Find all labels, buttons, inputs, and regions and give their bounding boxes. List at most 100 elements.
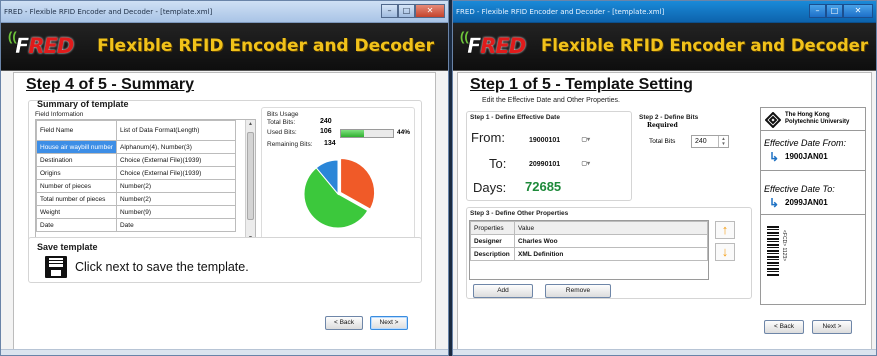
save-group: Save template Click next to save the tem… bbox=[28, 237, 422, 283]
total-bits-spinner[interactable]: 240 ▲ ▼ bbox=[691, 135, 729, 148]
wizard-content: Step 1 of 5 - Template Setting Edit the … bbox=[457, 72, 872, 355]
minimize-icon[interactable]: – bbox=[381, 4, 398, 18]
table-cell[interactable]: Number of pieces bbox=[36, 179, 117, 193]
close-icon[interactable]: ✕ bbox=[843, 4, 873, 18]
effective-to-label: Effective Date To: bbox=[764, 184, 835, 194]
status-bar bbox=[453, 349, 876, 355]
bits-progress-fill bbox=[341, 130, 364, 137]
column-header[interactable]: Properties bbox=[470, 221, 515, 235]
used-bits-value: 106 bbox=[320, 128, 332, 135]
step1-label: Step 1 - Define Effective Date bbox=[470, 114, 560, 121]
other-properties-group: Step 3 - Define Other Properties Propert… bbox=[466, 207, 752, 299]
scroll-thumb[interactable] bbox=[247, 132, 254, 220]
effective-from-value: 1900JAN01 bbox=[785, 152, 828, 161]
step-subtitle: Edit the Effective Date and Other Proper… bbox=[482, 97, 621, 104]
barcode-text: <FCD> 1123> bbox=[781, 230, 787, 262]
total-bits-label: Total Bits: bbox=[267, 119, 296, 126]
table-row[interactable]: Number of pieces Number(2) bbox=[36, 179, 237, 193]
step2-label: Step 2 - Define Bits bbox=[639, 114, 699, 121]
from-label: From: bbox=[471, 130, 505, 145]
table-row[interactable]: Total number of pieces Number(2) bbox=[36, 192, 237, 206]
back-button[interactable]: < Back bbox=[764, 320, 804, 334]
org-line2: Polytechnic University bbox=[785, 119, 850, 125]
table-row[interactable]: Weight Number(9) bbox=[36, 205, 237, 219]
table-row[interactable]: Description XML Definition bbox=[470, 247, 708, 261]
table-cell[interactable]: Destination bbox=[36, 153, 117, 167]
table-cell[interactable]: Weight bbox=[36, 205, 117, 219]
table-row[interactable]: House air waybill number Alphanum(4), Num… bbox=[36, 140, 237, 154]
calendar-dropdown-icon[interactable]: ▢▾ bbox=[581, 159, 590, 170]
fred-logo: FRED bbox=[467, 34, 527, 59]
maximize-icon[interactable]: □ bbox=[398, 4, 415, 18]
required-label: Required bbox=[647, 122, 678, 129]
title-bar: FRED - Flexible RFID Encoder and Decoder… bbox=[453, 1, 876, 23]
table-cell[interactable]: Charles Woo bbox=[514, 234, 708, 248]
to-label: To: bbox=[489, 156, 507, 171]
column-header[interactable]: List of Data Format(Length) bbox=[115, 120, 237, 141]
table-row[interactable]: Origins Choice (External File)(1939) bbox=[36, 166, 237, 180]
to-date-picker[interactable]: 20990101 ▢▾ bbox=[525, 158, 595, 171]
app-banner: (( FRED Flexible RFID Encoder and Decode… bbox=[1, 23, 448, 71]
table-cell[interactable]: Origins bbox=[36, 166, 117, 180]
table-row[interactable]: Date Date bbox=[36, 218, 237, 232]
table-cell[interactable]: Number(2) bbox=[115, 179, 237, 193]
window-title: FRED - Flexible RFID Encoder and Decoder… bbox=[4, 8, 213, 16]
label-preview: The Hong Kong Polytechnic University Eff… bbox=[760, 107, 866, 305]
table-scrollbar[interactable]: ▲ ▼ bbox=[245, 120, 255, 242]
table-cell[interactable]: Designer bbox=[470, 234, 515, 248]
next-button[interactable]: Next > bbox=[812, 320, 852, 334]
column-header[interactable]: Value bbox=[514, 221, 708, 235]
remaining-bits-label: Remaining Bits: bbox=[267, 141, 313, 148]
field-table: Field Name List of Data Format(Length) H… bbox=[36, 120, 237, 232]
bits-usage-group: Bits Usage Total Bits: 240 Used Bits: 10… bbox=[261, 107, 415, 243]
table-cell[interactable]: Date bbox=[115, 218, 237, 232]
arrow-up-icon[interactable]: ↑ bbox=[715, 221, 735, 239]
add-button[interactable]: Add bbox=[473, 284, 533, 298]
table-row[interactable]: Destination Choice (External File)(1939) bbox=[36, 153, 237, 167]
table-cell[interactable]: Total number of pieces bbox=[36, 192, 117, 206]
remove-button[interactable]: Remove bbox=[545, 284, 611, 298]
table-cell[interactable]: Alphanum(4), Number(3) bbox=[115, 140, 237, 154]
template-setting-window: FRED - Flexible RFID Encoder and Decoder… bbox=[452, 0, 877, 356]
back-button[interactable]: < Back bbox=[325, 316, 363, 330]
minimize-icon[interactable]: – bbox=[809, 4, 826, 18]
arrow-down-icon[interactable]: ↓ bbox=[715, 243, 735, 261]
table-row[interactable]: Designer Charles Woo bbox=[470, 234, 708, 248]
to-date-value: 20990101 bbox=[529, 161, 561, 168]
column-header[interactable]: Field Name bbox=[36, 120, 117, 141]
table-cell[interactable]: Choice (External File)(1939) bbox=[115, 166, 237, 180]
table-cell[interactable]: Choice (External File)(1939) bbox=[115, 153, 237, 167]
banner-title: Flexible RFID Encoder and Decoder bbox=[97, 36, 434, 56]
floppy-disk-icon bbox=[45, 256, 67, 278]
table-cell[interactable]: Number(9) bbox=[115, 205, 237, 219]
step3-label: Step 3 - Define Other Properties bbox=[470, 210, 569, 217]
status-bar bbox=[1, 349, 448, 355]
bits-progress-bar bbox=[340, 129, 394, 138]
blue-arrow-icon: ↳ bbox=[769, 150, 780, 164]
table-cell[interactable]: Description bbox=[470, 247, 515, 261]
calendar-dropdown-icon[interactable]: ▢▾ bbox=[581, 135, 590, 146]
blue-arrow-icon: ↳ bbox=[769, 196, 780, 210]
define-bits-group: Step 2 - Define Bits Required Total Bits… bbox=[634, 111, 752, 201]
close-icon[interactable]: ✕ bbox=[415, 4, 445, 18]
scroll-up-icon[interactable]: ▲ bbox=[248, 121, 253, 127]
spinner-icon[interactable]: ▲ ▼ bbox=[718, 136, 728, 147]
properties-table: Properties Value Designer Charles Woo Des… bbox=[470, 221, 708, 261]
next-button[interactable]: Next > bbox=[370, 316, 408, 330]
field-info-label: Field Information bbox=[35, 111, 84, 118]
summary-group: Summary of template Field Information Fi… bbox=[28, 99, 422, 252]
total-bits-value: 240 bbox=[695, 138, 707, 145]
table-cell[interactable]: House air waybill number bbox=[36, 140, 117, 154]
remaining-bits-value: 134 bbox=[324, 140, 336, 147]
step-title: Step 4 of 5 - Summary bbox=[26, 76, 195, 93]
table-cell[interactable]: XML Definition bbox=[514, 247, 708, 261]
effective-from-label: Effective Date From: bbox=[764, 138, 847, 148]
save-message: Click next to save the template. bbox=[75, 260, 249, 274]
maximize-icon[interactable]: □ bbox=[826, 4, 843, 18]
table-cell[interactable]: Number(2) bbox=[115, 192, 237, 206]
barcode-icon bbox=[767, 226, 779, 276]
from-date-picker[interactable]: 19000101 ▢▾ bbox=[525, 134, 595, 147]
days-label: Days: bbox=[473, 180, 507, 195]
step-title: Step 1 of 5 - Template Setting bbox=[470, 76, 693, 93]
table-cell[interactable]: Date bbox=[36, 218, 117, 232]
